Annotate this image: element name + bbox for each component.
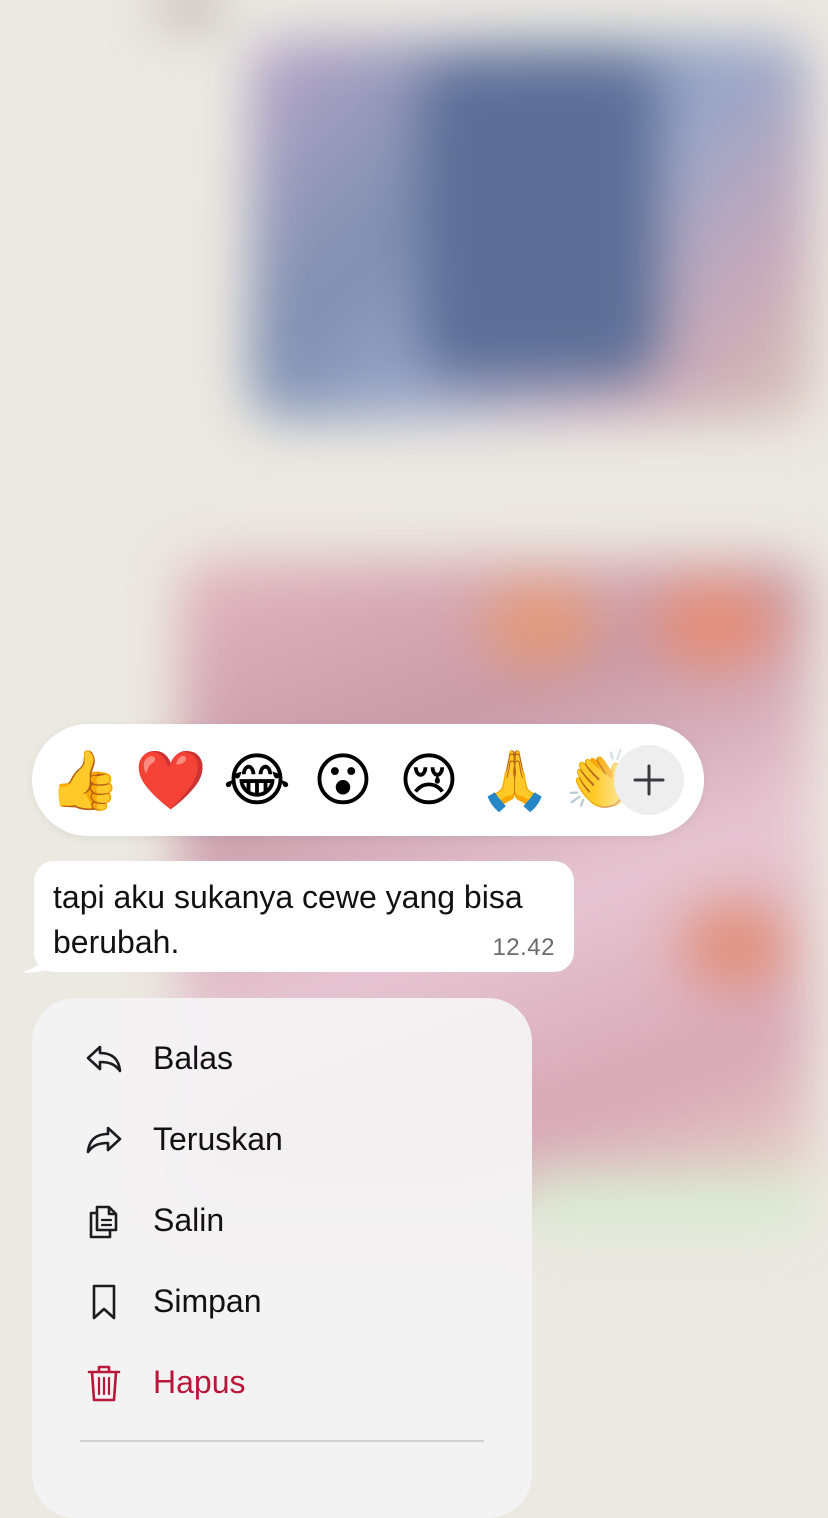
reaction-bar: 👍 ❤️ 😂 😮 😢 🙏 👏 xyxy=(32,724,704,836)
message-context-menu: Balas Teruskan Salin Simpan Hapus xyxy=(32,998,532,1518)
trash-icon xyxy=(82,1361,126,1405)
forward-icon xyxy=(82,1118,126,1162)
reaction-crying-face[interactable]: 😢 xyxy=(386,724,472,836)
menu-divider xyxy=(80,1440,484,1442)
copy-icon xyxy=(82,1199,126,1243)
background-shape xyxy=(480,580,600,670)
message-timestamp: 12.42 xyxy=(492,934,555,961)
menu-item-label: Hapus xyxy=(153,1364,246,1400)
reaction-tears-of-joy[interactable]: 😂 xyxy=(214,724,300,836)
menu-item-label: Salin xyxy=(153,1202,225,1238)
menu-item-save[interactable]: Simpan xyxy=(32,1261,532,1342)
menu-item-label: Teruskan xyxy=(153,1121,283,1157)
reply-icon xyxy=(82,1037,126,1081)
background-shape xyxy=(520,1170,810,1230)
add-reaction-button[interactable] xyxy=(614,745,684,815)
reaction-surprised-face[interactable]: 😮 xyxy=(300,724,386,836)
reaction-folded-hands[interactable]: 🙏 xyxy=(472,724,558,836)
background-shape xyxy=(150,0,230,20)
background-shape xyxy=(680,900,790,990)
message-text: tapi aku sukanya cewe yang bisa berubah. xyxy=(53,879,523,960)
menu-item-label: Simpan xyxy=(153,1283,262,1319)
menu-item-delete[interactable]: Hapus xyxy=(32,1342,532,1423)
menu-item-copy[interactable]: Salin xyxy=(32,1180,532,1261)
message-bubble[interactable]: tapi aku sukanya cewe yang bisa berubah.… xyxy=(34,861,574,972)
menu-item-label: Balas xyxy=(153,1040,234,1076)
reaction-thumbs-up[interactable]: 👍 xyxy=(42,724,128,836)
background-shape xyxy=(650,580,780,670)
emoji-row: 👍 ❤️ 😂 😮 😢 🙏 👏 xyxy=(42,724,644,836)
plus-icon xyxy=(633,764,665,796)
reaction-red-heart[interactable]: ❤️ xyxy=(128,724,214,836)
menu-item-forward[interactable]: Teruskan xyxy=(32,1099,532,1180)
background-photo-subject xyxy=(420,60,660,380)
menu-item-reply[interactable]: Balas xyxy=(32,1018,532,1099)
bookmark-icon xyxy=(82,1280,126,1324)
